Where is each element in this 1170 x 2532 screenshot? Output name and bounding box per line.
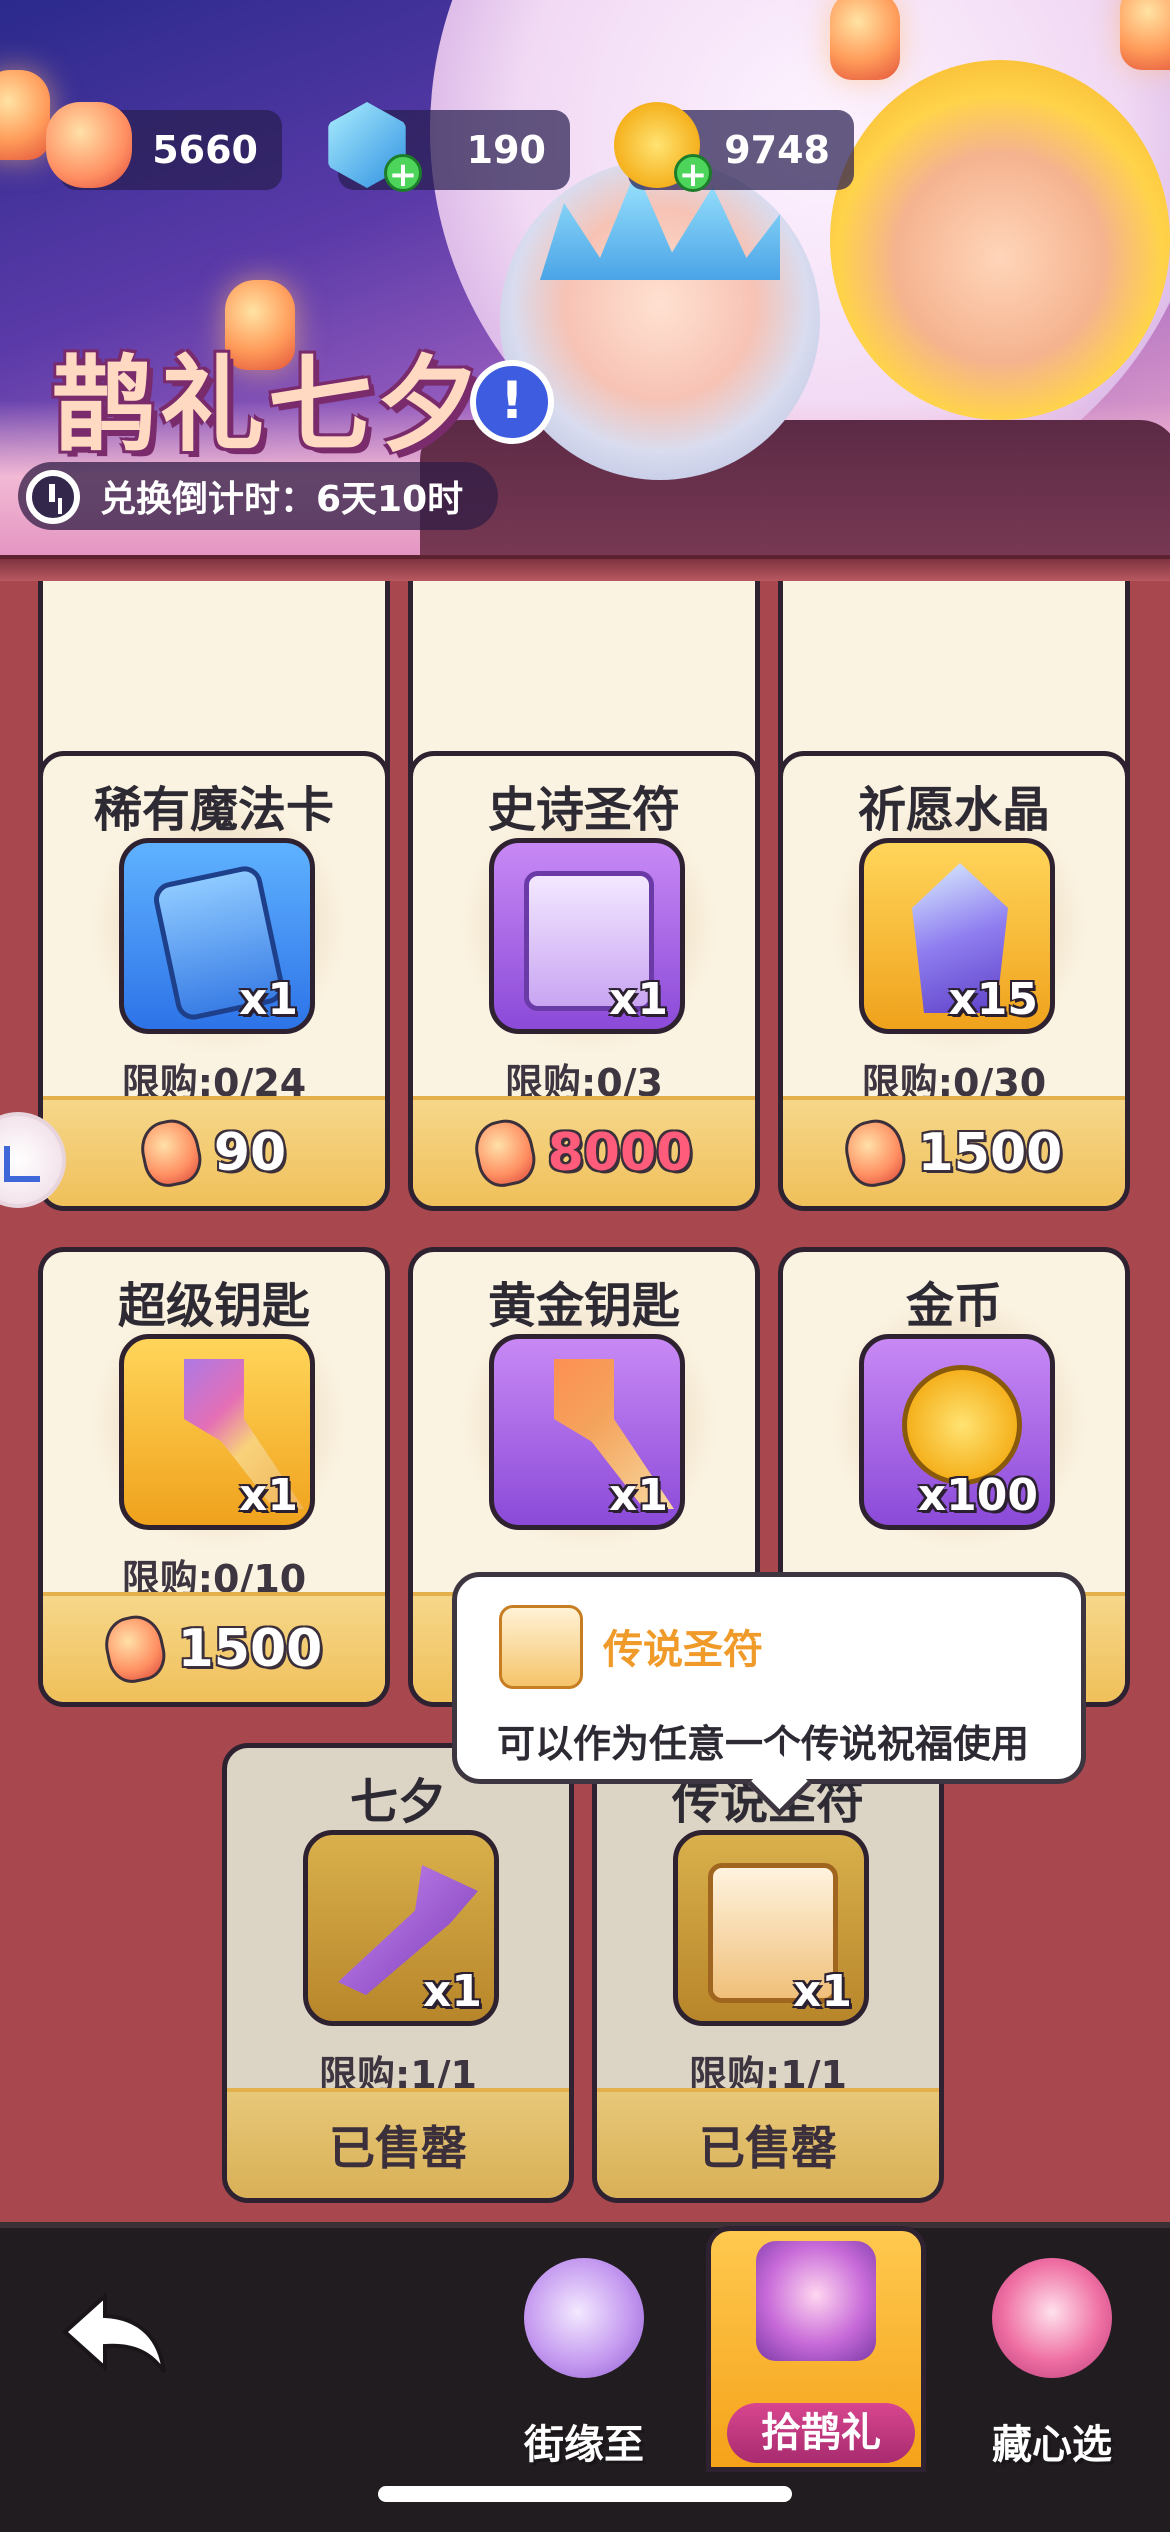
- soldout-label: 已售罄: [699, 2121, 837, 2175]
- resource-value: 9748: [724, 128, 830, 172]
- item-quantity: x1: [609, 1470, 668, 1521]
- lantern-currency-icon: [135, 1114, 207, 1192]
- tab-label: 拾鹊礼: [727, 2403, 915, 2463]
- tooltip-title: 传说圣符: [603, 1627, 763, 1673]
- price-value: 1500: [177, 1619, 323, 1679]
- item-icon-box: x1: [119, 838, 315, 1034]
- girl-character: [830, 60, 1170, 420]
- shop-card-soldout[interactable]: 七夕 x1 限购:1/1 已售罄: [222, 1743, 574, 2203]
- item-name: 超级钥匙: [117, 1278, 310, 1334]
- lantern-currency-icon: [469, 1114, 540, 1192]
- item-icon-box: x1: [119, 1334, 315, 1530]
- gold-coin-icon: [902, 1365, 1022, 1485]
- item-name: 史诗圣符: [487, 782, 680, 838]
- price-value: 8000: [547, 1123, 693, 1183]
- item-tooltip: 传说圣符 可以作为任意一个传说祝福使用: [452, 1572, 1086, 1784]
- item-quantity: x1: [793, 1966, 852, 2017]
- clock-icon: [26, 470, 80, 524]
- back-button[interactable]: [60, 2288, 170, 2378]
- gift-box-icon: [756, 2241, 876, 2361]
- shop-card[interactable]: 超级钥匙 x1 限购:0/10 1500: [38, 1247, 390, 1707]
- item-icon-box: x1: [489, 838, 685, 1034]
- item-quantity: x1: [609, 974, 668, 1025]
- lantern-decoration: [0, 70, 50, 160]
- soldout-bar: 已售罄: [227, 2088, 569, 2198]
- price-bar[interactable]: 1500: [783, 1096, 1125, 1206]
- shop-card[interactable]: 史诗圣符 x1 限购:0/3 8000: [408, 751, 760, 1211]
- lantern-currency-icon: [839, 1114, 910, 1192]
- home-indicator[interactable]: [378, 2486, 792, 2502]
- resource-coin[interactable]: + 9748: [614, 102, 854, 193]
- item-icon-box: x1: [303, 1830, 499, 2026]
- item-quantity: x1: [239, 974, 298, 1025]
- item-icon-box: x1: [673, 1830, 869, 2026]
- tab-label: 藏心选: [992, 2422, 1112, 2468]
- item-quantity: x1: [423, 1966, 482, 2017]
- heart-chest-icon: [992, 2258, 1112, 2378]
- resource-gem[interactable]: + 190: [328, 102, 570, 193]
- tab-shiqueli[interactable]: 拾鹊礼: [706, 2226, 926, 2472]
- item-name: 金币: [905, 1278, 1002, 1334]
- item-icon-box: x100: [859, 1334, 1055, 1530]
- price-bar[interactable]: 1500: [43, 1592, 385, 1702]
- countdown-timer: 兑换倒计时：6天10时: [18, 462, 498, 530]
- shop-card-soldout[interactable]: 传说圣符 x1 限购:1/1 已售罄: [592, 1743, 944, 2203]
- pigeon-letter-icon: [524, 2258, 644, 2378]
- shop-grid: 13500 2700 450 稀有魔法卡 x1 限购:0/24 90 史诗圣符: [0, 581, 1170, 2221]
- plus-icon[interactable]: +: [384, 154, 422, 193]
- item-name: 稀有魔法卡: [93, 782, 334, 838]
- soldout-bar: 已售罄: [597, 2088, 939, 2198]
- resource-value: 190: [466, 128, 546, 172]
- tab-label: 街缘至: [524, 2422, 644, 2468]
- item-icon-box: x1: [489, 1334, 685, 1530]
- price-value: 1500: [917, 1123, 1063, 1183]
- item-name: 祈愿水晶: [857, 782, 1050, 838]
- tab-cangxinxuan[interactable]: 藏心选: [942, 2248, 1162, 2478]
- info-button[interactable]: !: [470, 360, 554, 444]
- item-icon-box: x15: [859, 838, 1055, 1034]
- item-quantity: x15: [948, 974, 1038, 1025]
- soldout-label: 已售罄: [329, 2121, 467, 2175]
- banner-divider: [0, 555, 1170, 581]
- event-title: 鹊礼七夕: [52, 344, 485, 466]
- item-quantity: x1: [239, 1470, 298, 1521]
- bridge-decoration: [420, 420, 1170, 570]
- elf-character: [500, 160, 820, 480]
- countdown-text: 兑换倒计时：6天10时: [100, 479, 464, 520]
- item-quantity: x100: [917, 1470, 1038, 1521]
- item-name: 黄金钥匙: [487, 1278, 680, 1334]
- legend-rune-scroll-icon: [499, 1605, 583, 1689]
- resource-lantern[interactable]: 5660: [46, 102, 282, 190]
- lantern-currency-icon: [99, 1610, 170, 1688]
- lantern-decoration: [830, 0, 900, 80]
- back-arrow-icon: [62, 2291, 166, 2374]
- price-bar[interactable]: 90: [43, 1096, 385, 1206]
- resource-value: 5660: [152, 128, 258, 172]
- price-value: 90: [213, 1123, 287, 1183]
- price-bar[interactable]: 8000: [413, 1096, 755, 1206]
- shop-card[interactable]: 稀有魔法卡 x1 限购:0/24 90: [38, 751, 390, 1211]
- tab-jieyuanzhi[interactable]: 街缘至: [474, 2248, 694, 2478]
- tooltip-description: 可以作为任意一个传说祝福使用: [497, 1722, 1030, 1766]
- lantern-decoration: [1120, 0, 1170, 70]
- event-banner: 5660 + 190 + 9748 鹊礼七夕 ! 兑换倒计时：6天10时: [0, 0, 1170, 570]
- shop-card[interactable]: 祈愿水晶 x15 限购:0/30 1500: [778, 751, 1130, 1211]
- plus-icon[interactable]: +: [674, 154, 712, 193]
- lantern-currency-icon: [46, 102, 132, 188]
